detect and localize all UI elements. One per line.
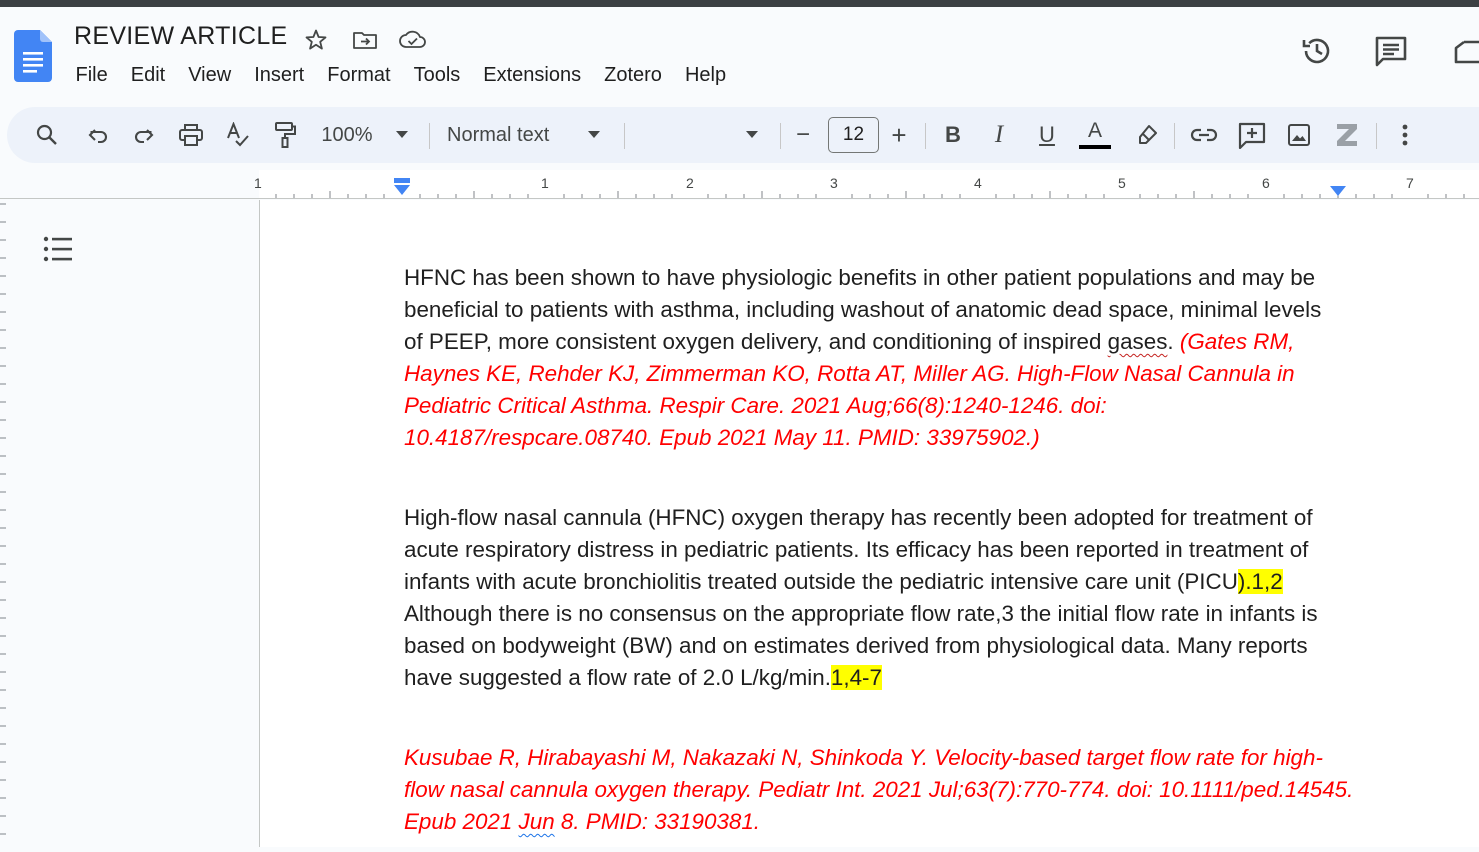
version-history-icon[interactable] (1300, 34, 1334, 68)
ruler-number: 4 (974, 175, 982, 191)
share-icon[interactable] (1452, 34, 1479, 68)
paragraph-2[interactable]: High-flow nasal cannula (HFNC) oxygen th… (404, 502, 1344, 694)
zotero-icon[interactable] (1333, 107, 1361, 163)
style-select[interactable]: Normal text (447, 107, 567, 163)
paragraph-text: . (1167, 329, 1180, 354)
add-comment-icon[interactable] (1237, 107, 1267, 163)
ruler-number: 6 (1262, 175, 1270, 191)
document-title[interactable]: REVIEW ARTICLE (74, 22, 288, 51)
window-top-bar (0, 0, 1479, 7)
paint-format-icon[interactable] (270, 107, 300, 163)
zoom-select[interactable]: 100% (317, 107, 377, 163)
italic-button[interactable]: I (987, 107, 1011, 163)
paragraph-3[interactable]: Kusubae R, Hirabayashi M, Nakazaki N, Sh… (404, 742, 1354, 838)
search-icon[interactable] (33, 107, 61, 163)
ruler-ticks (259, 170, 1479, 198)
separator (780, 123, 781, 149)
link-icon[interactable] (1189, 107, 1219, 163)
document-page[interactable]: HFNC has been shown to have physiologic … (260, 200, 1479, 847)
font-size-input[interactable]: 12 (828, 117, 879, 153)
separator (1174, 123, 1175, 149)
ruler-number: 5 (1118, 175, 1126, 191)
vertical-ruler-ticks (0, 203, 6, 835)
left-indent-marker[interactable] (392, 178, 412, 201)
text-color-label: A (1087, 119, 1102, 142)
ruler-bottom-line (0, 198, 1479, 199)
menu-edit[interactable]: Edit (119, 60, 176, 90)
cloud-saved-icon[interactable] (398, 28, 428, 52)
menu-insert[interactable]: Insert (243, 60, 316, 90)
spellcheck-icon[interactable] (223, 107, 253, 163)
separator (429, 123, 430, 149)
citation-text: 8. PMID: 33190381. (554, 809, 761, 834)
style-dropdown-icon[interactable] (585, 107, 603, 163)
move-to-folder-icon[interactable] (352, 28, 377, 52)
misspelled-word[interactable]: gases (1108, 329, 1168, 354)
print-icon[interactable] (176, 107, 206, 163)
star-icon[interactable] (304, 28, 328, 52)
zoom-dropdown-icon[interactable] (393, 107, 411, 163)
comments-icon[interactable] (1374, 34, 1408, 68)
more-icon[interactable] (1393, 107, 1417, 163)
menu-help[interactable]: Help (673, 60, 737, 90)
undo-icon[interactable] (84, 107, 112, 163)
paragraph-1[interactable]: HFNC has been shown to have physiologic … (404, 262, 1344, 454)
ruler-number: 3 (830, 175, 838, 191)
ruler-number: 2 (686, 175, 694, 191)
ruler-number: 7 (1406, 175, 1414, 191)
decrease-font-size-button[interactable]: − (791, 107, 815, 163)
underline-button[interactable]: U (1035, 107, 1059, 163)
menu-zotero[interactable]: Zotero (593, 60, 674, 90)
redo-icon[interactable] (130, 107, 158, 163)
ruler-number: 1 (541, 175, 549, 191)
bold-button[interactable]: B (941, 107, 965, 163)
ruler-number: 1 (254, 175, 262, 191)
font-dropdown-icon[interactable] (743, 107, 761, 163)
text-color-button[interactable]: A (1077, 107, 1113, 163)
insert-image-icon[interactable] (1285, 107, 1313, 163)
font-select[interactable] (637, 107, 737, 163)
paragraph-text: High-flow nasal cannula (HFNC) oxygen th… (404, 505, 1313, 594)
menu-bar: File Edit View Insert Format Tools Exten… (64, 60, 738, 90)
toolbar: 100% Normal text − 12 + B I U A (7, 107, 1479, 163)
increase-font-size-button[interactable]: + (887, 107, 911, 163)
separator (1376, 123, 1377, 149)
highlighted-reference: ).1,2 (1237, 569, 1283, 594)
outline-icon[interactable] (42, 234, 74, 264)
menu-tools[interactable]: Tools (402, 60, 472, 90)
menu-extensions[interactable]: Extensions (472, 60, 593, 90)
flagged-word[interactable]: Jun (519, 809, 555, 834)
highlight-color-icon[interactable] (1133, 107, 1161, 163)
horizontal-ruler[interactable] (0, 170, 1479, 200)
separator (925, 123, 926, 149)
text-color-swatch (1079, 145, 1111, 149)
vertical-ruler[interactable] (0, 200, 7, 847)
docs-logo-icon[interactable] (14, 30, 52, 82)
separator (624, 123, 625, 149)
menu-file[interactable]: File (64, 60, 119, 90)
highlighted-reference: 1,4-7 (830, 665, 882, 690)
menu-view[interactable]: View (177, 60, 243, 90)
menu-format[interactable]: Format (316, 60, 402, 90)
